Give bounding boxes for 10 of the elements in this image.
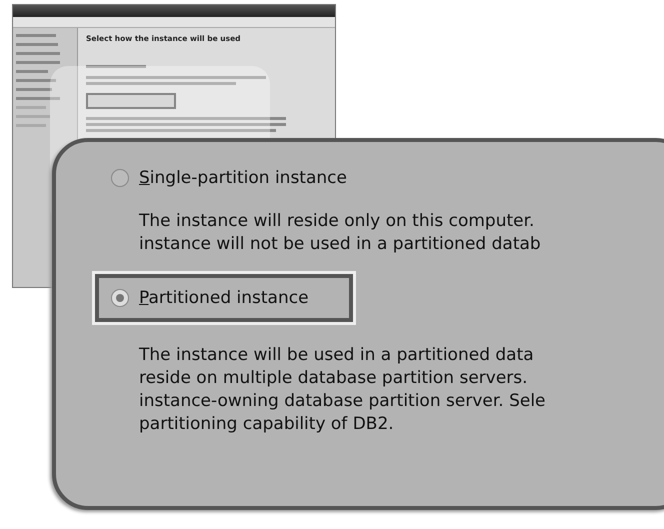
option-label: Partitioned instance <box>139 288 309 308</box>
highlighted-option[interactable]: Partitioned instance <box>95 274 353 322</box>
description-line: reside on multiple database partition servers. <box>139 367 529 390</box>
description-line: instance-owning database partition server. Sele <box>139 390 547 413</box>
radio-button[interactable] <box>111 289 129 307</box>
description-line: instance will not be used in a partitioned datab <box>139 233 542 256</box>
description-line: The instance will be used in a partitioned data <box>139 344 535 367</box>
radio-button[interactable] <box>111 169 129 187</box>
description-line: partitioning capability of DB2. <box>139 413 395 436</box>
description-line: The instance will reside only on this computer. <box>139 210 536 233</box>
